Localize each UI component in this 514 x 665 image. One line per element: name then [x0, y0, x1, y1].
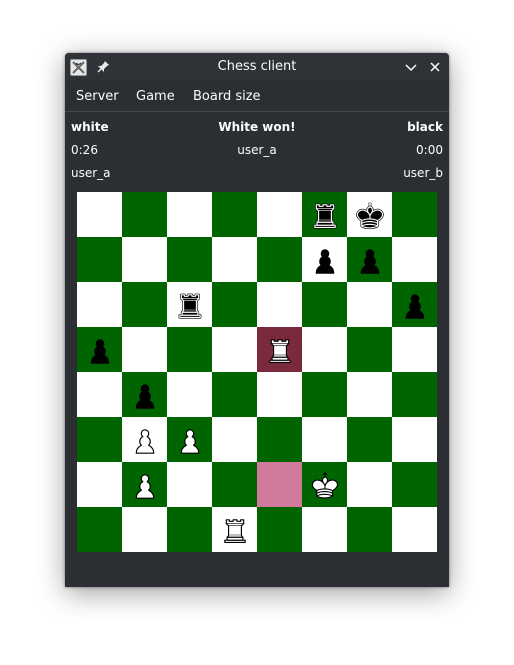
- black-king-icon[interactable]: [353, 198, 387, 232]
- square-e3[interactable]: [257, 417, 302, 462]
- white-player-name: user_a: [71, 166, 111, 180]
- square-h3[interactable]: [392, 417, 437, 462]
- square-a5[interactable]: [77, 327, 122, 372]
- square-h5[interactable]: [392, 327, 437, 372]
- square-h1[interactable]: [392, 507, 437, 552]
- black-player-name: user_b: [403, 166, 443, 180]
- square-e8[interactable]: [257, 192, 302, 237]
- black-pawn-icon[interactable]: [398, 288, 432, 322]
- square-b2[interactable]: [122, 462, 167, 507]
- black-rook-icon[interactable]: [308, 198, 342, 232]
- white-pawn-icon[interactable]: [173, 423, 207, 457]
- square-b1[interactable]: [122, 507, 167, 552]
- menu-bar: Server Game Board size: [65, 81, 449, 112]
- square-d2[interactable]: [212, 462, 257, 507]
- square-a7[interactable]: [77, 237, 122, 282]
- menu-game[interactable]: Game: [136, 89, 175, 104]
- square-g1[interactable]: [347, 507, 392, 552]
- square-h4[interactable]: [392, 372, 437, 417]
- status-row-clocks: 0:26 user_a 0:00: [71, 143, 443, 161]
- square-d8[interactable]: [212, 192, 257, 237]
- square-d4[interactable]: [212, 372, 257, 417]
- square-g7[interactable]: [347, 237, 392, 282]
- square-a8[interactable]: [77, 192, 122, 237]
- square-g5[interactable]: [347, 327, 392, 372]
- square-b8[interactable]: [122, 192, 167, 237]
- square-b6[interactable]: [122, 282, 167, 327]
- square-c2[interactable]: [167, 462, 212, 507]
- black-pawn-icon[interactable]: [308, 243, 342, 277]
- square-e7[interactable]: [257, 237, 302, 282]
- square-g6[interactable]: [347, 282, 392, 327]
- square-h2[interactable]: [392, 462, 437, 507]
- square-c6[interactable]: [167, 282, 212, 327]
- status-row-labels: white White won! black: [71, 120, 443, 138]
- square-f1[interactable]: [302, 507, 347, 552]
- square-f6[interactable]: [302, 282, 347, 327]
- square-g8[interactable]: [347, 192, 392, 237]
- square-a2[interactable]: [77, 462, 122, 507]
- square-g3[interactable]: [347, 417, 392, 462]
- menu-board-size[interactable]: Board size: [193, 89, 261, 104]
- white-pawn-icon[interactable]: [128, 423, 162, 457]
- status-row-players: user_a user_b: [71, 166, 443, 184]
- square-d6[interactable]: [212, 282, 257, 327]
- turn-player: user_a: [237, 143, 277, 157]
- square-e4[interactable]: [257, 372, 302, 417]
- square-d5[interactable]: [212, 327, 257, 372]
- close-icon[interactable]: [427, 59, 443, 75]
- square-e1[interactable]: [257, 507, 302, 552]
- square-b7[interactable]: [122, 237, 167, 282]
- square-e6[interactable]: [257, 282, 302, 327]
- square-c5[interactable]: [167, 327, 212, 372]
- white-rook-icon[interactable]: [218, 513, 252, 547]
- square-b3[interactable]: [122, 417, 167, 462]
- menu-server[interactable]: Server: [76, 89, 119, 104]
- square-c8[interactable]: [167, 192, 212, 237]
- square-h6[interactable]: [392, 282, 437, 327]
- square-c4[interactable]: [167, 372, 212, 417]
- square-f8[interactable]: [302, 192, 347, 237]
- square-d1[interactable]: [212, 507, 257, 552]
- square-g2[interactable]: [347, 462, 392, 507]
- square-f5[interactable]: [302, 327, 347, 372]
- square-a1[interactable]: [77, 507, 122, 552]
- black-pawn-icon[interactable]: [353, 243, 387, 277]
- square-c7[interactable]: [167, 237, 212, 282]
- black-pawn-icon[interactable]: [83, 333, 117, 367]
- title-bar: Chess client: [65, 53, 449, 81]
- white-king-icon[interactable]: [308, 468, 342, 502]
- square-f2[interactable]: [302, 462, 347, 507]
- square-h7[interactable]: [392, 237, 437, 282]
- black-pawn-icon[interactable]: [128, 378, 162, 412]
- minimize-chevron-icon[interactable]: [403, 59, 419, 75]
- square-d3[interactable]: [212, 417, 257, 462]
- square-f7[interactable]: [302, 237, 347, 282]
- chess-client-window: Chess client Server Game Board size whit…: [65, 53, 449, 587]
- square-a3[interactable]: [77, 417, 122, 462]
- square-c1[interactable]: [167, 507, 212, 552]
- square-e2[interactable]: [257, 462, 302, 507]
- square-d7[interactable]: [212, 237, 257, 282]
- game-result: White won!: [218, 120, 296, 134]
- square-g4[interactable]: [347, 372, 392, 417]
- black-side-label: black: [407, 120, 443, 134]
- square-f3[interactable]: [302, 417, 347, 462]
- black-rook-icon[interactable]: [173, 288, 207, 322]
- black-clock: 0:00: [416, 143, 443, 157]
- chess-board[interactable]: [77, 192, 437, 552]
- square-a4[interactable]: [77, 372, 122, 417]
- square-b4[interactable]: [122, 372, 167, 417]
- square-e5[interactable]: [257, 327, 302, 372]
- window-title: Chess client: [217, 59, 297, 74]
- square-h8[interactable]: [392, 192, 437, 237]
- white-pawn-icon[interactable]: [128, 468, 162, 502]
- square-f4[interactable]: [302, 372, 347, 417]
- square-b5[interactable]: [122, 327, 167, 372]
- square-a6[interactable]: [77, 282, 122, 327]
- square-c3[interactable]: [167, 417, 212, 462]
- white-rook-icon[interactable]: [263, 333, 297, 367]
